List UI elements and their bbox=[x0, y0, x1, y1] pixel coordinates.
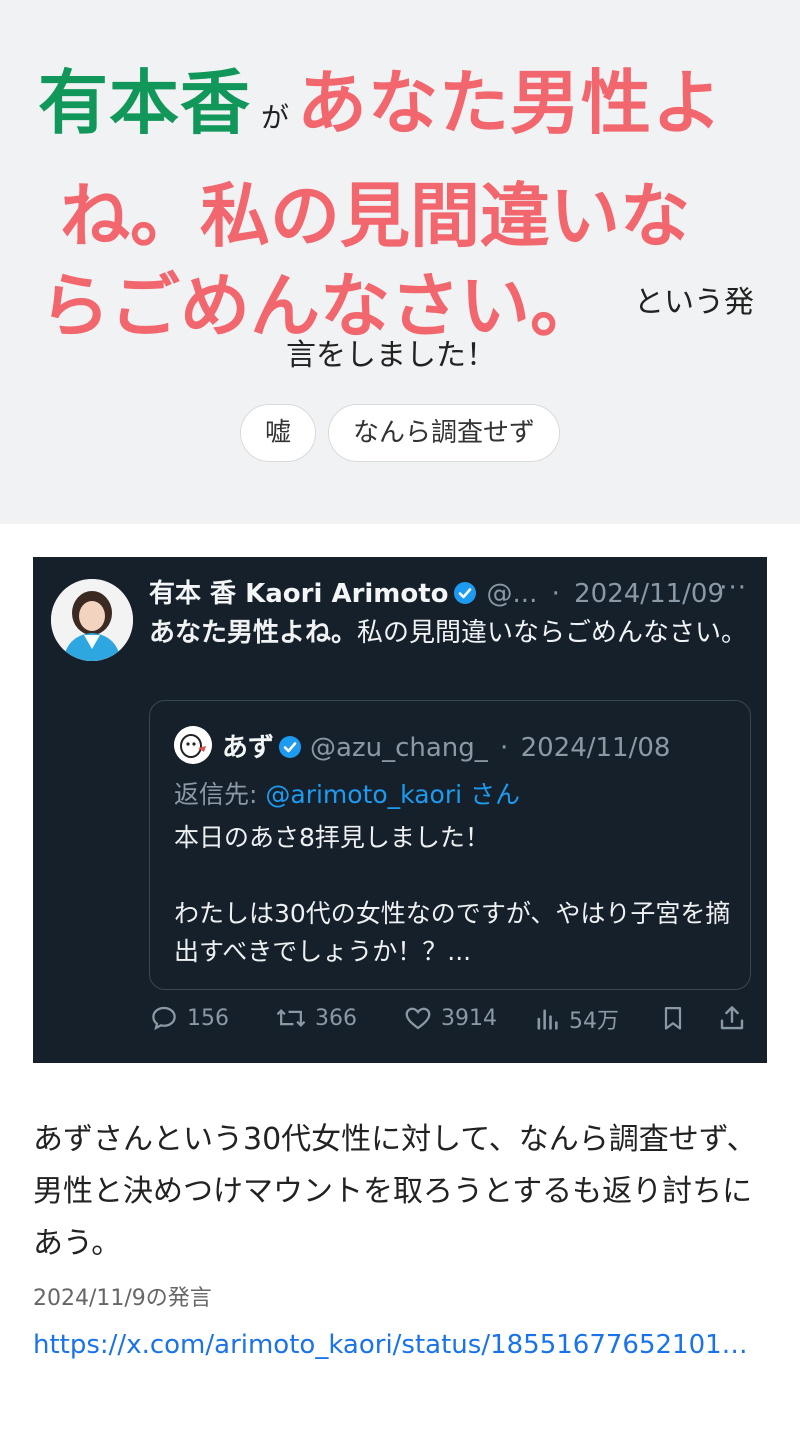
bookmark-icon bbox=[664, 1006, 682, 1030]
tweet-text-rest: 私の見間違いならごめんなさい。 bbox=[357, 618, 748, 648]
quoted-date: 2024/11/08 bbox=[520, 733, 671, 763]
tweet-header: 有本 香 Kaori Arimoto @... · 2024/11/09 bbox=[149, 573, 724, 612]
tweet-text: あなた男性よね。私の見間違いならごめんなさい。 bbox=[149, 615, 749, 651]
description-text: あずさんという30代女性に対して、なんら調査せず、男性と決めつけマウントを取ろう… bbox=[33, 1122, 757, 1261]
reply-button[interactable]: 156 bbox=[149, 1003, 229, 1033]
reply-count: 156 bbox=[187, 1005, 229, 1031]
retweet-count: 366 bbox=[315, 1005, 357, 1031]
quoted-header: あず @azu_chang_ · 2024/11/08 bbox=[222, 727, 670, 766]
headline-suffix-2: 言をしました！ bbox=[286, 338, 496, 373]
retweet-button[interactable]: 366 bbox=[275, 1003, 357, 1033]
share-icon bbox=[720, 1006, 744, 1030]
quoted-tweet[interactable]: あず @azu_chang_ · 2024/11/08 返信先: @arimoto… bbox=[149, 700, 751, 990]
views-count: 54万 bbox=[569, 1009, 619, 1034]
author-name[interactable]: 有本 香 Kaori Arimoto bbox=[149, 579, 449, 609]
tweet-actions: 156 366 3914 54万 bbox=[149, 1003, 749, 1039]
author-handle: @... bbox=[486, 579, 538, 609]
quoted-avatar bbox=[174, 726, 212, 764]
author-avatar[interactable] bbox=[51, 579, 133, 661]
quoted-body-line-2: わたしは30代の女性なのですが、やはり子宮を摘出すべきでしょうか！？... bbox=[174, 899, 731, 966]
tweet-screenshot: 有本 香 Kaori Arimoto @... · 2024/11/09 ··· … bbox=[33, 557, 767, 1063]
views-button[interactable]: 54万 bbox=[533, 1003, 619, 1035]
reply-suffix: さん bbox=[470, 780, 521, 809]
more-options-icon[interactable]: ··· bbox=[719, 573, 747, 603]
source-link[interactable]: https://x.com/arimoto_kaori/status/18551… bbox=[33, 1330, 755, 1360]
like-count: 3914 bbox=[441, 1005, 497, 1031]
quoted-name: あず bbox=[222, 733, 275, 763]
heart-icon bbox=[405, 1007, 431, 1030]
verified-badge-icon bbox=[453, 581, 477, 612]
headline-suffix-1: という発 bbox=[634, 285, 754, 320]
headline-particle: が bbox=[261, 101, 290, 134]
bookmark-button[interactable] bbox=[659, 1003, 695, 1033]
quoted-body: 本日のあさ8拝見しました！ わたしは30代の女性なのですが、やはり子宮を摘出すべ… bbox=[174, 819, 744, 971]
reply-to-line: 返信先: @arimoto_kaori さん bbox=[174, 775, 520, 811]
reply-prefix: 返信先: bbox=[174, 780, 258, 809]
hero-section: 有本香があなた男性よ ね。私の見間違いな らごめんなさい。 という発 言をしまし… bbox=[0, 0, 800, 524]
retweet-icon bbox=[276, 1009, 306, 1027]
speaker-name: 有本香 bbox=[38, 62, 251, 144]
tag-list: 嘘 なんら調査せず bbox=[0, 404, 800, 462]
statement-date: 2024/11/9の発言 bbox=[33, 1286, 212, 1311]
views-chart-icon bbox=[537, 1009, 558, 1030]
like-button[interactable]: 3914 bbox=[403, 1003, 497, 1033]
tag-no-investigation[interactable]: なんら調査せず bbox=[328, 404, 561, 462]
verified-badge-icon bbox=[278, 735, 302, 766]
share-button[interactable] bbox=[717, 1003, 755, 1033]
tweet-date[interactable]: 2024/11/09 bbox=[574, 579, 724, 609]
tag-lie[interactable]: 嘘 bbox=[239, 404, 316, 462]
tweet-text-bold: あなた男性よね。 bbox=[149, 618, 358, 648]
quote-line-1: あなた男性よ bbox=[297, 62, 724, 144]
quoted-handle: @azu_chang_ bbox=[310, 733, 488, 763]
quoted-body-line-1: 本日のあさ8拝見しました！ bbox=[174, 823, 490, 852]
reply-icon bbox=[152, 1006, 176, 1031]
quote-line-2: ね。私の見間違いな bbox=[60, 175, 690, 257]
reply-to-mention[interactable]: @arimoto_kaori bbox=[265, 780, 462, 809]
headline: 有本香があなた男性よ bbox=[38, 48, 768, 177]
